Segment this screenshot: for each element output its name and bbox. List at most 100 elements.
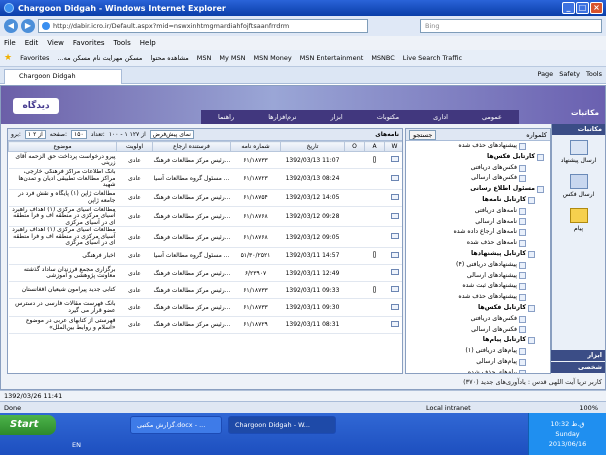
cell-date: 1392/03/12 09:05	[280, 226, 345, 248]
tree-node[interactable]: پیشنهادهای دریافتی (۴)	[406, 260, 550, 271]
cell-sender: رئیس مرکز مطالعات فرهنگ...	[152, 316, 231, 334]
tree-node[interactable]: فکس‌های دریافتی	[406, 314, 550, 325]
tree-node[interactable]: فکس‌های ارسالی	[406, 325, 550, 336]
tree-node[interactable]: فکس‌های دریافتی	[406, 163, 550, 174]
fav-item[interactable]: MSN	[197, 54, 212, 62]
send-fax-button[interactable]: ارسال فکس	[552, 169, 605, 203]
view-select[interactable]: نمای پیش‌فرض	[149, 130, 194, 139]
tree-node[interactable]: پیشنهادهای حذف شده	[406, 292, 550, 303]
tree-node[interactable]: پیام‌های ارسالی	[406, 357, 550, 368]
tree-node[interactable]: پیشنهادهای ثبت شده	[406, 281, 550, 292]
tree-node-label: فکس‌های دریافتی	[470, 163, 517, 171]
cell-a	[364, 189, 385, 207]
search-input[interactable]: Bing	[420, 19, 602, 33]
nav-letters[interactable]: مکتوبات	[377, 113, 399, 121]
table-row[interactable]: برگزاری مجمع فرزندان ساداد گذشته معاونت …	[8, 264, 402, 283]
tree-node[interactable]: کارتابل پیام‌ها	[406, 335, 550, 346]
page-select[interactable]: ۱ از ۲	[24, 130, 46, 139]
table-row[interactable]: اخبار فرهنگی عادی مسئول گروه مطالعات آسیا …	[8, 247, 402, 266]
fav-item[interactable]: Live Search Traffic	[403, 54, 462, 62]
nav-admin[interactable]: اداری	[433, 113, 448, 121]
tools-section[interactable]: ابزار	[551, 350, 605, 361]
fav-item[interactable]: ...مسکن مهرایت نام مسکن مه	[57, 54, 142, 62]
col-w[interactable]: W	[384, 141, 402, 152]
tree-node-label: کارتابل فکس‌ها	[487, 152, 535, 160]
col-subject[interactable]: موضوع	[8, 141, 117, 152]
fav-item[interactable]: MSNBC	[371, 54, 394, 62]
table-row[interactable]: مطالعات آسیای مرکزی (۱) اهداف راهبرد آسی…	[8, 206, 402, 228]
maximize-button[interactable]: □	[576, 2, 589, 14]
fav-item[interactable]: My MSN	[219, 54, 245, 62]
tab-chargoon[interactable]: Chargoon Didgah	[4, 69, 122, 84]
tree-node[interactable]: کارتابل فکس‌ها	[406, 303, 550, 314]
close-button[interactable]: ×	[590, 2, 603, 14]
menu-view[interactable]: View	[47, 39, 64, 47]
cell-o	[344, 168, 365, 190]
table-row[interactable]: بانک فهرست مقالات فارسی در دسترس عضو قرا…	[8, 298, 402, 317]
message-button[interactable]: پیام	[552, 203, 605, 237]
menu-edit[interactable]: Edit	[25, 39, 39, 47]
fav-item[interactable]: MSN Entertainment	[300, 54, 364, 62]
col-date[interactable]: تاریخ	[280, 141, 345, 152]
tree-node[interactable]: پیشنهادهای حذف شده	[406, 141, 550, 152]
nav-tools[interactable]: ابزار	[331, 113, 343, 121]
tree-node[interactable]: کارتابل فکس‌ها	[406, 152, 550, 163]
taskbar-item-word[interactable]: گزارش مکتبی.docx - ...	[130, 416, 222, 434]
minimize-button[interactable]: _	[562, 2, 575, 14]
tree-node[interactable]: نامه‌های ارجاع داده شده	[406, 227, 550, 238]
tree-node[interactable]: کارتابل پیشنهادها	[406, 249, 550, 260]
safety-menu[interactable]: Safety	[559, 70, 580, 78]
folder-icon	[519, 315, 526, 323]
forward-button[interactable]: ▶	[21, 19, 35, 33]
tools-menu[interactable]: Tools	[586, 70, 602, 78]
col-priority[interactable]: اولویت	[116, 141, 153, 152]
url-input[interactable]: http://dabir.icro.ir/Default.aspx?mid=ns…	[38, 19, 368, 33]
tree-node[interactable]: مسئول اطلاع رسانی	[406, 184, 550, 195]
nav-help[interactable]: راهنما	[218, 113, 234, 121]
table-row[interactable]: مطالعات ژاپن (۱) پایگاه و نقش فرد در جام…	[8, 189, 402, 207]
tree-node[interactable]: پیشنهادهای ارسالی	[406, 271, 550, 282]
tree-node[interactable]: نامه‌های ارسالی	[406, 217, 550, 228]
favorites-button[interactable]: Favorites	[20, 54, 49, 62]
menu-favorites[interactable]: Favorites	[73, 39, 105, 47]
page-menu[interactable]: Page	[537, 70, 553, 78]
count-select[interactable]: ۱۵۰	[71, 130, 87, 139]
table-row[interactable]: مطالعات آسیای مرکزی (۱) اهداف راهبرد آسی…	[8, 226, 402, 248]
folder-icon	[519, 175, 526, 183]
folder-icon	[519, 207, 526, 215]
col-o[interactable]: O	[344, 141, 365, 152]
fav-item[interactable]: مشاهده محتوا	[150, 54, 188, 62]
menu-tools[interactable]: Tools	[114, 39, 131, 47]
col-number[interactable]: شماره نامه	[230, 141, 281, 152]
zoom-level[interactable]: 100%	[579, 404, 598, 412]
tree-node[interactable]: فکس‌های ارسالی	[406, 173, 550, 184]
menu-help[interactable]: Help	[140, 39, 156, 47]
table-row[interactable]: پیرو درخواست پرداخت حق الزحمه آقای زرینی…	[8, 151, 402, 170]
tree-node[interactable]: نامه‌های حذف شده	[406, 238, 550, 249]
menu-file[interactable]: File	[4, 39, 16, 47]
personal-section[interactable]: شخصی	[551, 362, 605, 373]
taskbar-item-ie[interactable]: Chargoon Didgah - W...	[228, 416, 336, 434]
table-row[interactable]: بانک اطلاعات مراکز فرهنگی خارجی، مراکز م…	[8, 168, 402, 190]
cell-a	[364, 247, 385, 266]
language-indicator[interactable]: EN	[72, 441, 81, 449]
col-a[interactable]: A	[364, 141, 385, 152]
send-suggestion-button[interactable]: ارسال پیشنهاد	[552, 135, 605, 169]
table-row[interactable]: کتابی جدید پیرامون شیعیان افغانستان عادی ر…	[8, 281, 402, 300]
nav-software[interactable]: نرم‌افزارها	[268, 113, 296, 121]
tree-node[interactable]: پیام‌های حذف شده	[406, 368, 550, 373]
back-button[interactable]: ◀	[4, 19, 18, 33]
col-sender[interactable]: فرستنده ارجاع	[152, 141, 231, 152]
fav-item[interactable]: MSN Money	[254, 54, 292, 62]
nav-general[interactable]: عمومی	[482, 113, 502, 121]
tree-node[interactable]: کارتابل نامه‌ها	[406, 195, 550, 206]
start-button[interactable]: Start	[0, 415, 56, 435]
tree-node[interactable]: پیام‌های دریافتی (۱)	[406, 346, 550, 357]
cell-w	[384, 281, 402, 300]
cell-a	[364, 206, 385, 228]
tree-node[interactable]: نامه‌های دریافتی	[406, 206, 550, 217]
table-row[interactable]: فهرستی از کتابهای عربی در موضوع «اسلام و…	[8, 316, 402, 334]
tab-row: Chargoon Didgah Page Safety Tools	[0, 67, 606, 84]
main-nav: راهنما نرم‌افزارها ابزار مکتوبات اداری ع…	[201, 110, 519, 124]
tree-search-button[interactable]: جستجو	[409, 129, 437, 140]
